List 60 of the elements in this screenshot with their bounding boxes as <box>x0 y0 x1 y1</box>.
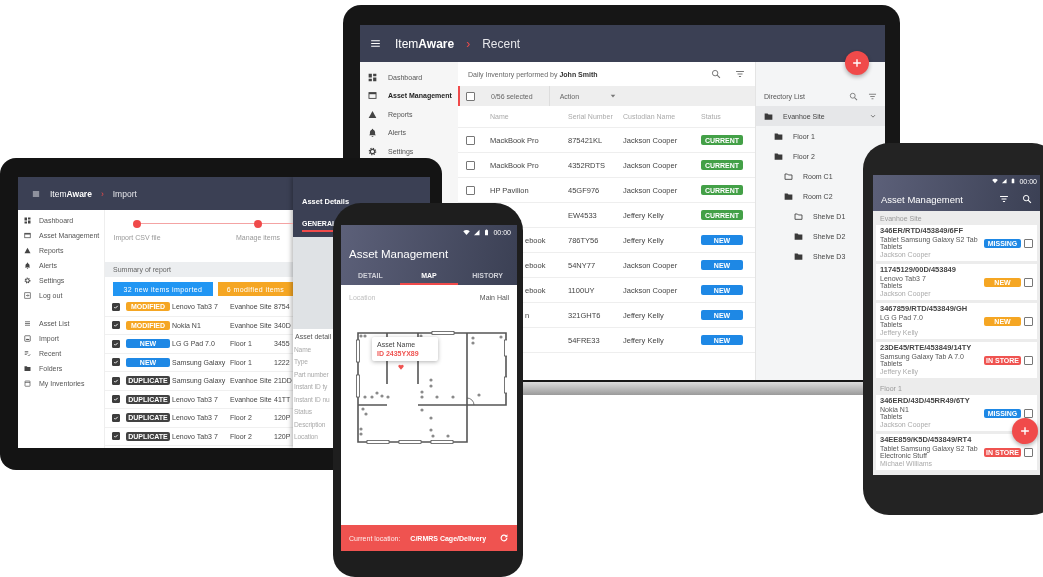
checkbox[interactable] <box>112 395 120 404</box>
signal-icon <box>1001 178 1008 184</box>
refresh-button[interactable] <box>499 533 509 543</box>
grid-icon <box>368 72 377 82</box>
wifi-icon <box>463 229 471 236</box>
checkbox[interactable] <box>1024 277 1033 287</box>
step-dot <box>133 220 141 228</box>
checkbox[interactable] <box>112 432 120 441</box>
image-icon <box>24 335 31 342</box>
checkbox[interactable] <box>112 321 120 330</box>
checkbox[interactable] <box>112 339 120 348</box>
step-dot <box>254 220 262 228</box>
caret-icon <box>609 92 618 100</box>
settings-icon <box>24 277 31 284</box>
checkbox[interactable] <box>466 185 475 195</box>
screen-title: Asset Management <box>349 247 449 260</box>
filter-icon[interactable] <box>735 69 745 79</box>
checkbox[interactable] <box>112 358 120 367</box>
exit-icon <box>24 292 31 299</box>
window-icon <box>368 91 377 101</box>
app-name: ItemAware <box>395 36 455 51</box>
grid-icon <box>24 217 31 224</box>
search-icon[interactable] <box>711 69 721 79</box>
page-title: Import <box>112 188 137 199</box>
bell-icon <box>368 128 377 138</box>
warning-icon <box>368 109 377 119</box>
checkbox[interactable] <box>112 376 120 385</box>
list-check-icon <box>24 350 31 357</box>
signal-icon <box>473 229 481 236</box>
wifi-icon <box>992 178 999 184</box>
breadcrumb-separator: › <box>466 36 471 51</box>
checkbox[interactable] <box>466 135 475 145</box>
warning-icon <box>24 247 31 254</box>
checkbox[interactable] <box>466 91 475 101</box>
chevron-icon <box>869 112 877 120</box>
plus-icon <box>851 57 863 69</box>
folder-icon <box>24 365 31 372</box>
search-icon[interactable] <box>1022 194 1032 204</box>
checkbox[interactable] <box>1024 408 1033 418</box>
settings-icon <box>368 146 377 156</box>
map-pin-icon <box>398 364 404 370</box>
filter-icon[interactable] <box>999 194 1009 204</box>
checkbox[interactable] <box>1024 355 1033 365</box>
checkbox[interactable] <box>1024 447 1033 457</box>
battery-icon <box>1010 178 1017 184</box>
list-icon <box>24 320 31 327</box>
app-name: ItemAware <box>50 188 92 199</box>
plus-icon <box>1019 425 1031 437</box>
bell-icon <box>24 262 31 269</box>
breadcrumb-separator: › <box>100 188 104 199</box>
refresh-icon <box>499 533 509 543</box>
checkbox[interactable] <box>112 302 120 311</box>
page-title: Recent <box>482 36 521 51</box>
window-icon <box>24 232 31 239</box>
checkbox[interactable] <box>466 160 475 170</box>
checkbox[interactable] <box>112 413 120 422</box>
calendar-icon <box>24 380 31 387</box>
checkbox[interactable] <box>1024 238 1033 248</box>
screen-title: Asset Management <box>881 193 963 205</box>
checkbox[interactable] <box>1024 316 1033 326</box>
